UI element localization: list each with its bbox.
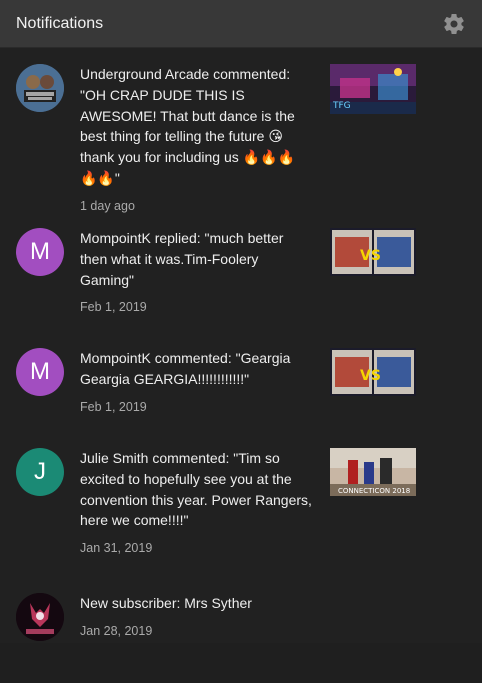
notification-body: Julie Smith commented: "Tim so excited t… (80, 448, 312, 555)
svg-text:TFG: TFG (332, 101, 351, 111)
notification-message: Julie Smith commented: "Tim so excited t… (80, 450, 316, 529)
thumbnail-image: VS (330, 348, 416, 396)
notifications-panel: Notifications Underground Arcade comment… (0, 0, 482, 643)
notification-time: Jan 28, 2019 (80, 623, 153, 638)
notification-item[interactable]: J Julie Smith commented: "Tim so excited… (0, 448, 482, 568)
avatar: J (16, 448, 64, 496)
notification-body: New subscriber: Mrs Syther Jan 28, 2019 (80, 593, 312, 638)
notification-item[interactable]: M MompointK commented: "Geargia Geargia … (0, 348, 482, 438)
notification-body: MompointK commented: "Geargia Geargia GE… (80, 348, 312, 414)
video-thumbnail[interactable]: VS (330, 348, 416, 396)
avatar: M (16, 348, 64, 396)
thumbnail-image: CONNECTICON 2018 (330, 448, 416, 496)
avatar-letter: M (30, 358, 50, 385)
notification-message: MompointK replied: "much better then wha… (80, 230, 288, 288)
avatar-letter: M (30, 238, 50, 265)
notification-time: Jan 31, 2019 (80, 541, 153, 556)
mrs-syther-avatar-icon (16, 593, 64, 641)
notifications-header: Notifications (0, 0, 482, 48)
notification-item[interactable]: Underground Arcade commented: "OH CRAP D… (0, 64, 482, 234)
notification-body: Underground Arcade commented: "OH CRAP D… (80, 64, 312, 213)
notification-message: Underground Arcade commented: "OH CRAP D… (80, 66, 299, 186)
video-thumbnail[interactable]: TFG (330, 64, 416, 114)
notification-time: Feb 1, 2019 (80, 300, 147, 315)
notification-item[interactable]: New subscriber: Mrs Syther Jan 28, 2019 (0, 593, 482, 683)
gear-icon[interactable] (442, 12, 466, 36)
notification-body: MompointK replied: "much better then wha… (80, 228, 312, 314)
avatar (16, 593, 64, 641)
thumbnail-image: TFG (330, 64, 416, 114)
thumbnail-image: VS (330, 228, 416, 276)
avatar-letter: J (34, 458, 46, 485)
notification-message: New subscriber: Mrs Syther (80, 595, 252, 611)
svg-text:VS: VS (360, 368, 381, 384)
notification-time: 1 day ago (80, 198, 135, 213)
notification-time: Feb 1, 2019 (80, 399, 147, 414)
panel-title: Notifications (16, 14, 104, 32)
video-thumbnail[interactable]: VS (330, 228, 416, 276)
svg-text:CONNECTICON 2018: CONNECTICON 2018 (338, 487, 410, 495)
underground-arcade-avatar-icon (16, 64, 64, 112)
avatar (16, 64, 64, 112)
svg-text:VS: VS (360, 248, 381, 264)
notification-item[interactable]: M MompointK replied: "much better then w… (0, 228, 482, 338)
avatar: M (16, 228, 64, 276)
notification-message: MompointK commented: "Geargia Geargia GE… (80, 350, 295, 387)
video-thumbnail[interactable]: CONNECTICON 2018 (330, 448, 416, 496)
